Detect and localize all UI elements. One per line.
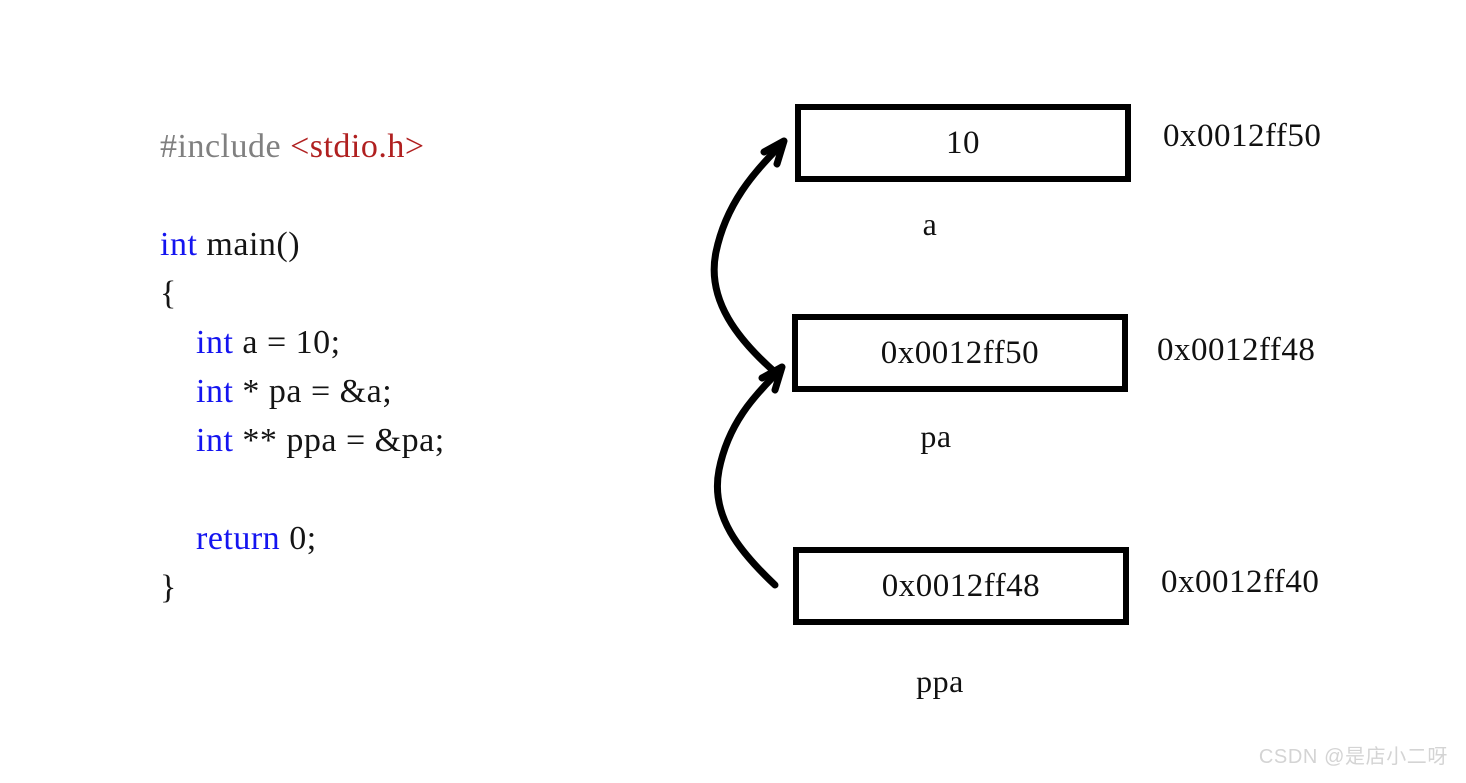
code-token: int <box>196 324 234 361</box>
code-line: int ** ppa = &pa; <box>160 416 720 465</box>
code-line: #include <stdio.h> <box>160 122 720 171</box>
memory-cell-a: 10 <box>795 104 1131 182</box>
code-token: int <box>196 373 234 410</box>
code-line: int main() <box>160 220 720 269</box>
code-line: { <box>160 269 720 318</box>
code-line: int a = 10; <box>160 318 720 367</box>
code-line: } <box>160 563 720 612</box>
memory-cell-ppa-variable-label: ppa <box>916 663 964 699</box>
memory-cell-pa-variable-label: pa <box>920 418 952 454</box>
code-token: } <box>160 569 177 606</box>
arrow-pa-to-a <box>710 137 788 378</box>
memory-cell-a-variable-label: a <box>922 206 938 242</box>
code-token: { <box>160 275 177 312</box>
code-token: int <box>196 422 234 459</box>
code-token: ** ppa = &pa; <box>233 422 445 459</box>
csdn-watermark: CSDN @是店小二呀 <box>1258 746 1448 768</box>
memory-cell-ppa: 0x0012ff48 <box>793 547 1129 625</box>
code-token: return <box>196 520 281 557</box>
memory-cell-ppa-value: 0x0012ff48 <box>881 567 1041 604</box>
memory-cell-ppa-address: 0x0012ff40 <box>1161 564 1320 600</box>
code-token: main() <box>197 226 301 263</box>
code-listing: #include <stdio.h> int main() { int a = 1… <box>160 122 720 612</box>
code-token: <stdio.h> <box>290 128 425 165</box>
memory-cell-pa: 0x0012ff50 <box>792 314 1128 392</box>
arrow-ppa-to-pa <box>714 363 786 589</box>
code-token: #include <box>160 128 291 165</box>
code-token: a = 10; <box>233 324 341 361</box>
code-token: int <box>160 226 198 263</box>
code-token: * pa = &a; <box>233 373 393 410</box>
diagram-canvas: #include <stdio.h> int main() { int a = 1… <box>0 0 1466 783</box>
code-line: return 0; <box>160 514 720 563</box>
memory-cell-a-value: 10 <box>946 124 980 161</box>
code-token: 0; <box>280 520 317 557</box>
memory-cell-a-address: 0x0012ff50 <box>1163 118 1322 154</box>
memory-cell-pa-value: 0x0012ff50 <box>880 334 1040 371</box>
code-line: int * pa = &a; <box>160 367 720 416</box>
memory-cell-pa-address: 0x0012ff48 <box>1157 332 1316 368</box>
